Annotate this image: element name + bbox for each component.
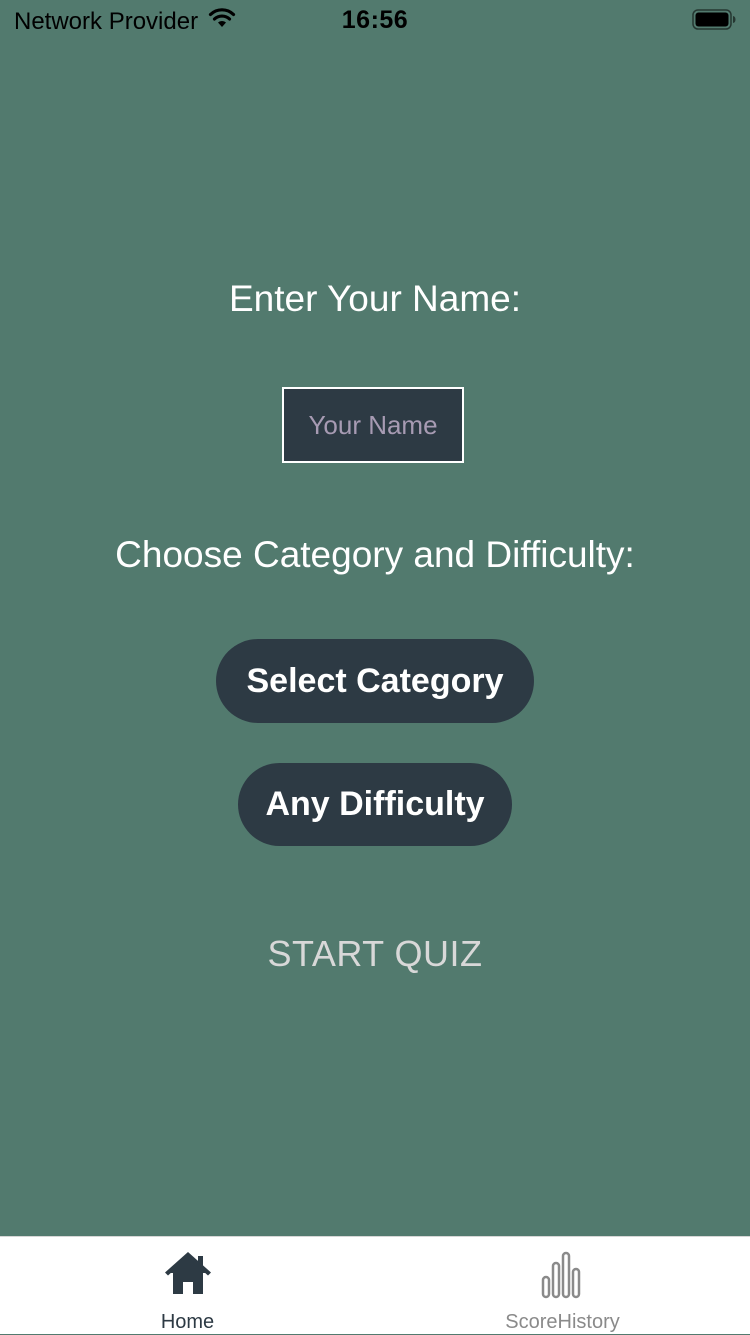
battery-icon [692,9,736,30]
status-time: 16:56 [341,6,409,34]
name-input[interactable] [282,387,464,463]
bar-chart-icon [375,1251,750,1299]
difficulty-button[interactable]: Any Difficulty [238,763,512,846]
name-prompt: Enter Your Name: [228,278,522,319]
start-quiz-button[interactable]: START QUIZ [0,933,750,975]
tab-score-history[interactable]: ScoreHistory [375,1237,750,1335]
tab-score-history-label: ScoreHistory [505,1311,620,1333]
home-screen: Enter Your Name: Choose Category and Dif… [0,40,750,1236]
home-icon [0,1251,375,1299]
tab-home[interactable]: Home [0,1237,375,1335]
choose-prompt: Choose Category and Difficulty: [115,534,635,575]
select-category-button[interactable]: Select Category [216,639,534,723]
tab-home-label: Home [160,1311,215,1333]
status-bar: Network Provider 16:56 [0,0,750,40]
tab-bar: Home ScoreHistory [0,1236,750,1334]
